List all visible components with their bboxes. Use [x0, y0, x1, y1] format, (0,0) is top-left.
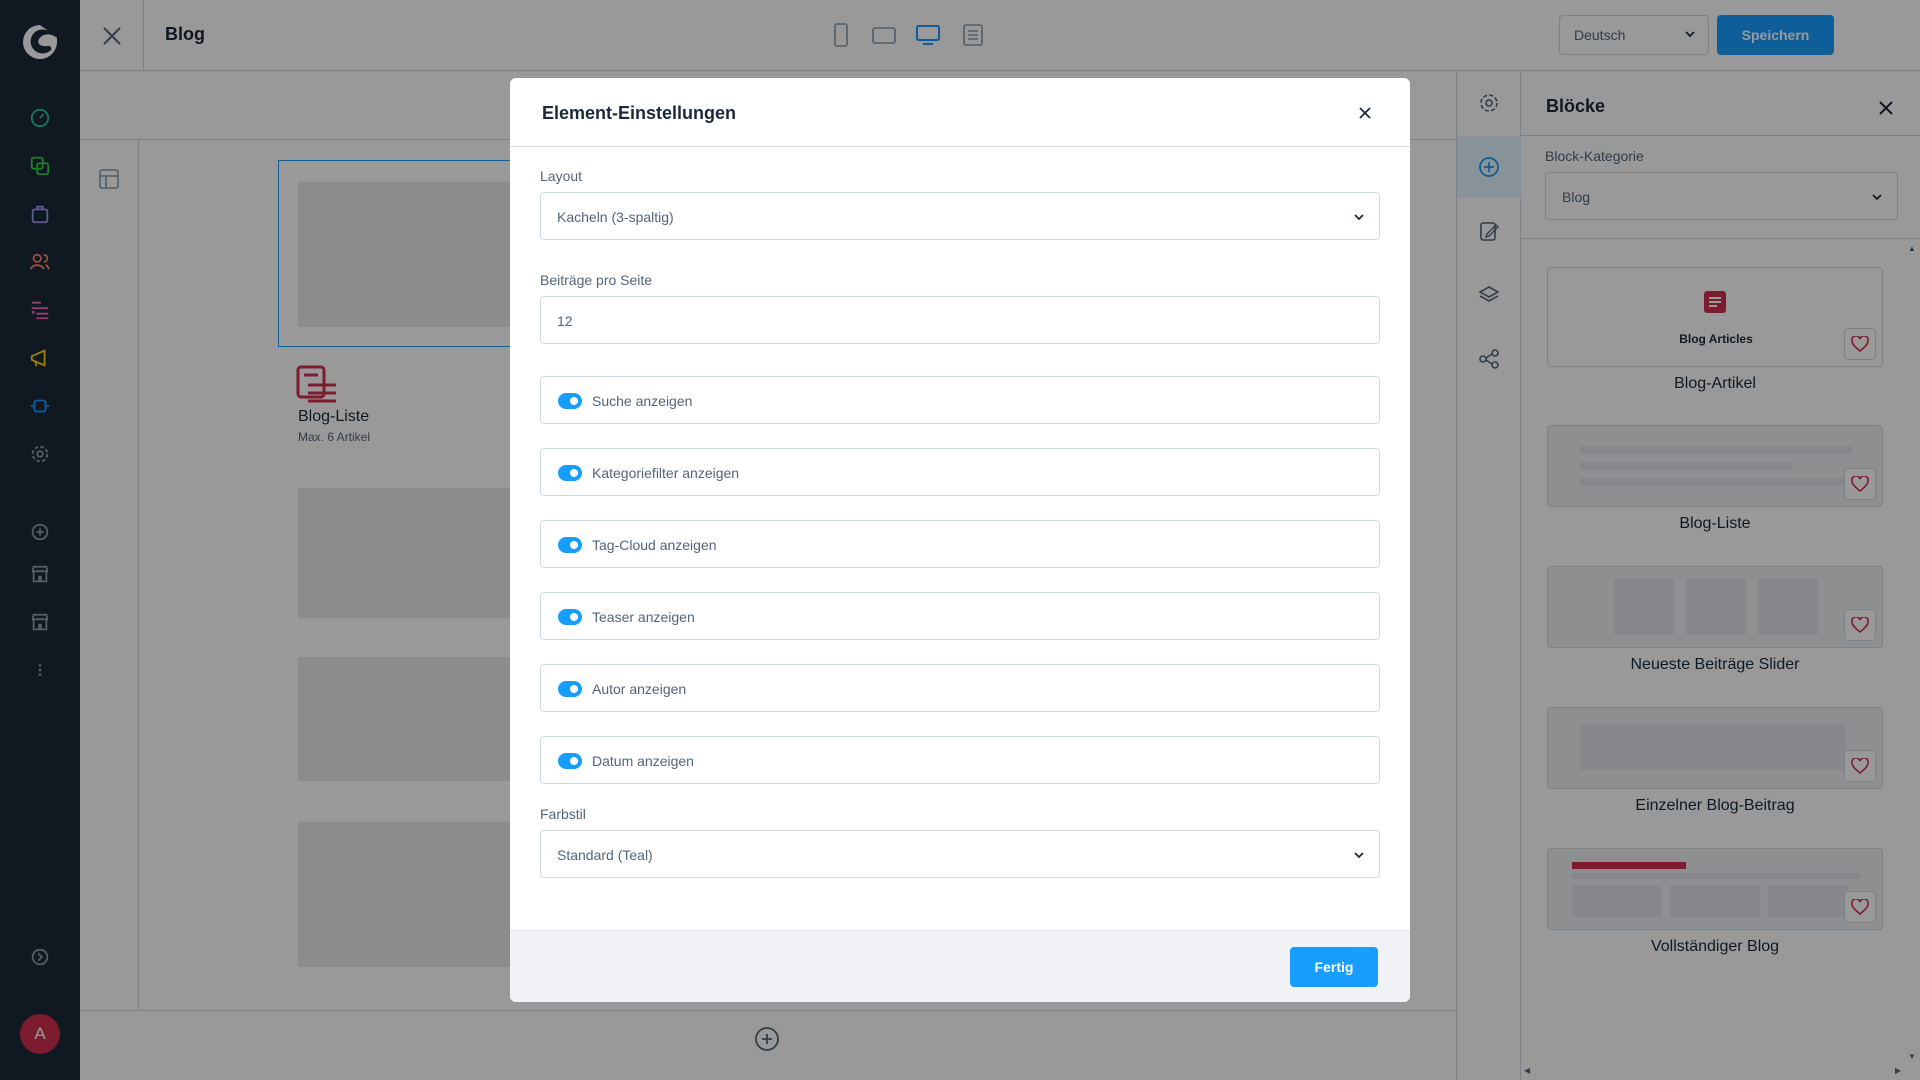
search-switch-row[interactable]: Suche anzeigen [540, 376, 1380, 424]
color-style-select[interactable]: Standard (Teal) [540, 830, 1380, 878]
author-switch-row[interactable]: Autor anzeigen [540, 664, 1380, 712]
layout-value: Kacheln (3-spaltig) [557, 209, 674, 225]
date-switch-row[interactable]: Datum anzeigen [540, 736, 1380, 784]
switch-label: Tag-Cloud anzeigen [592, 537, 717, 553]
posts-per-page-input[interactable]: 12 [540, 296, 1380, 344]
toggle-switch[interactable] [558, 537, 582, 553]
color-style-value: Standard (Teal) [557, 847, 653, 863]
chevron-down-icon [1354, 852, 1364, 859]
element-settings-modal: Element-Einstellungen Layout Kacheln (3-… [510, 78, 1410, 1002]
switch-label: Datum anzeigen [592, 753, 694, 769]
layout-label: Layout [540, 168, 583, 184]
toggle-switch[interactable] [558, 393, 582, 409]
layout-select[interactable]: Kacheln (3-spaltig) [540, 192, 1380, 240]
modal-title: Element-Einstellungen [542, 103, 737, 123]
switch-label: Autor anzeigen [592, 681, 687, 697]
posts-per-page-value: 12 [557, 313, 573, 329]
toggle-switch[interactable] [558, 609, 582, 625]
toggle-switch[interactable] [558, 681, 582, 697]
switch-label: Suche anzeigen [592, 393, 693, 409]
done-button[interactable]: Fertig [1290, 947, 1378, 987]
modal-header: Element-Einstellungen [510, 78, 1410, 147]
switch-label: Kategoriefilter anzeigen [592, 465, 740, 481]
modal-footer: Fertig [510, 930, 1410, 1002]
tag-cloud-switch-row[interactable]: Tag-Cloud anzeigen [540, 520, 1380, 568]
toggle-switch[interactable] [558, 753, 582, 769]
posts-per-page-label: Beiträge pro Seite [540, 272, 653, 288]
category-filter-switch-row[interactable]: Kategoriefilter anzeigen [540, 448, 1380, 496]
modal-close-icon[interactable] [1358, 106, 1372, 125]
teaser-switch-row[interactable]: Teaser anzeigen [540, 592, 1380, 640]
chevron-down-icon [1354, 214, 1364, 221]
switch-label: Teaser anzeigen [592, 609, 695, 625]
color-style-label: Farbstil [540, 806, 586, 822]
toggle-switch[interactable] [558, 465, 582, 481]
